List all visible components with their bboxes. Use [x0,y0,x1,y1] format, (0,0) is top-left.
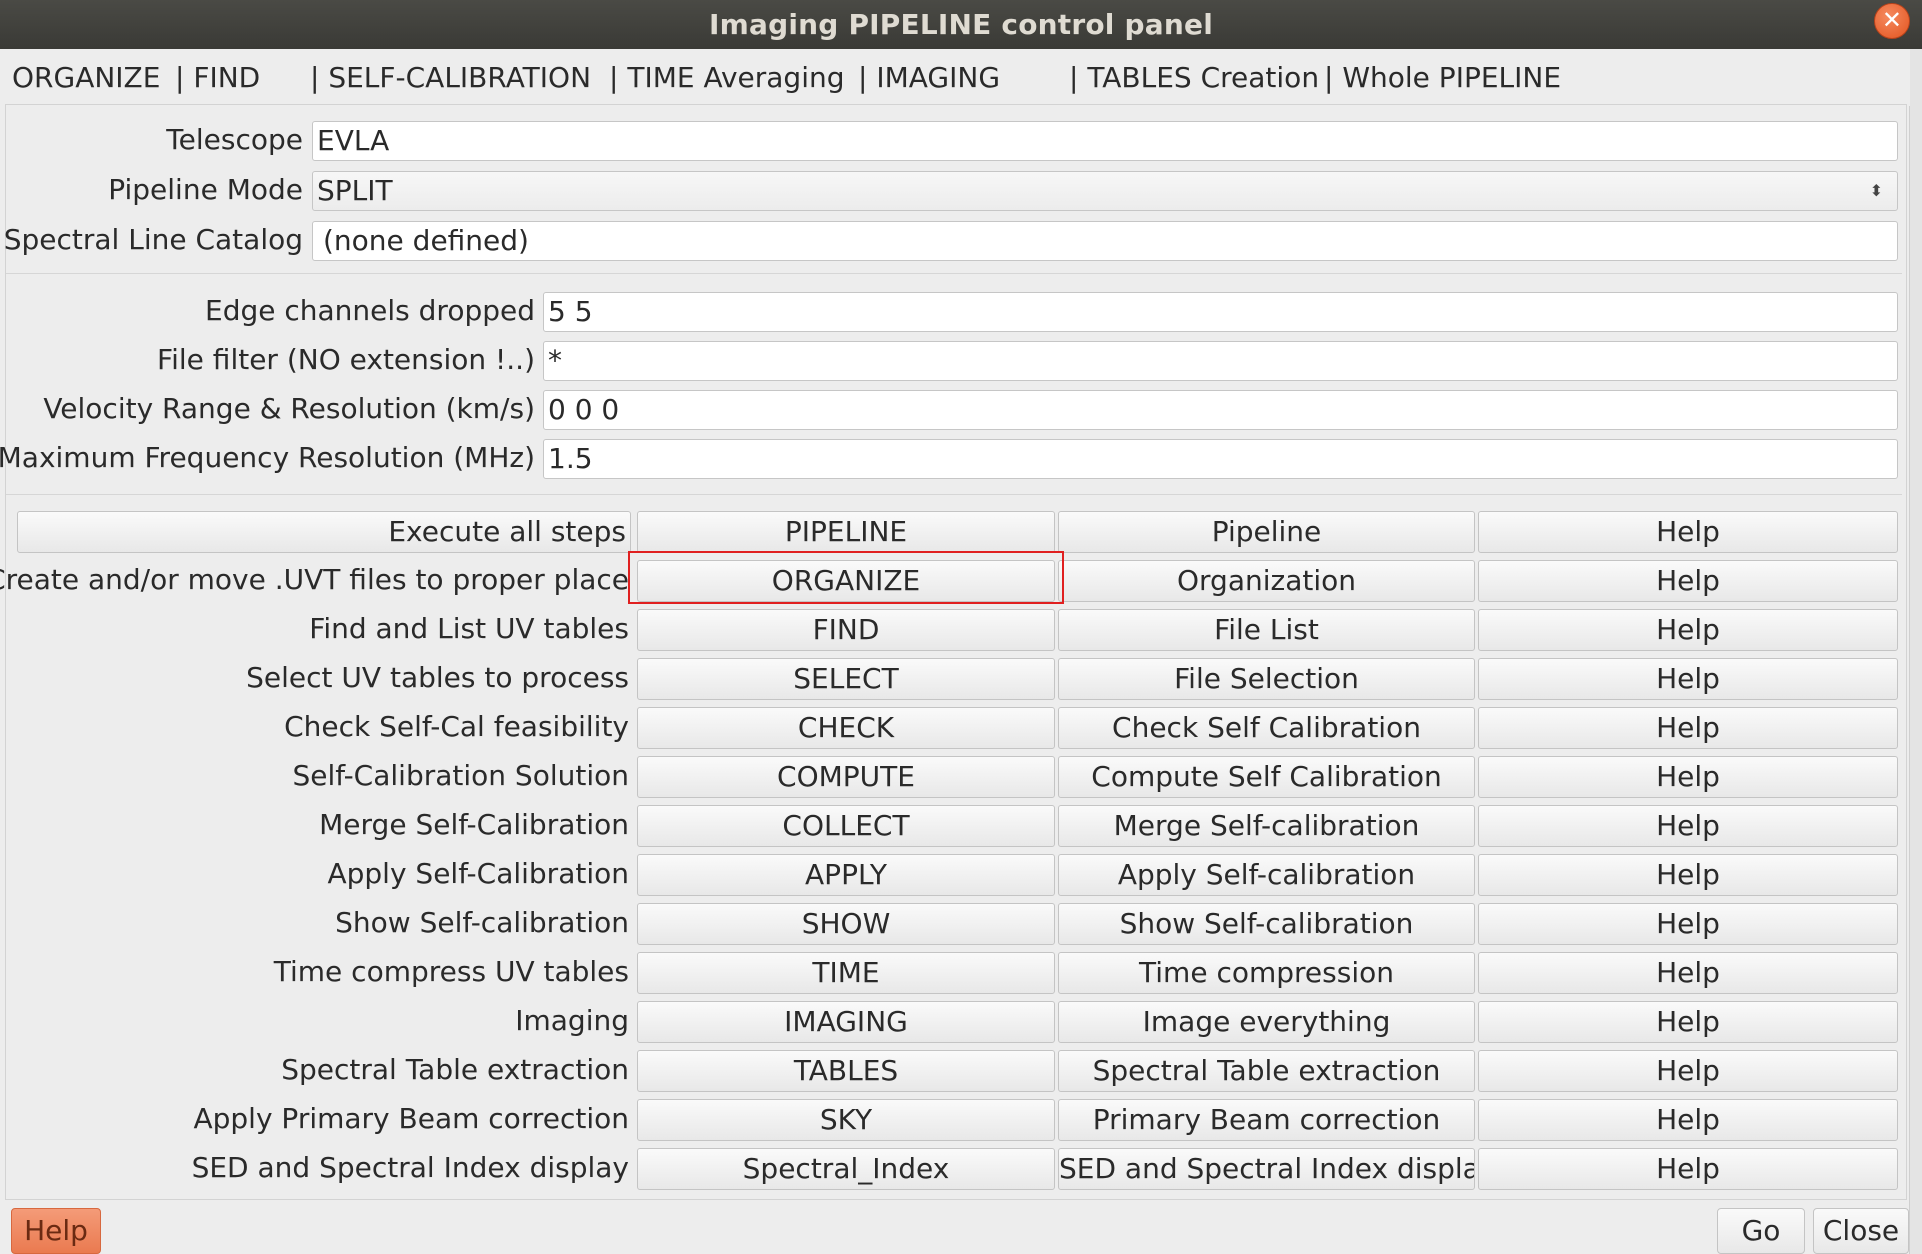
edge-channels-field[interactable]: 5 5 [543,292,1898,332]
window-titlebar[interactable]: Imaging PIPELINE control panel ✕ [0,0,1922,49]
edge-channels-label: Edge channels dropped [205,294,535,327]
step-panel-button[interactable]: Show Self-calibration [1058,903,1475,945]
step-help-button[interactable]: Help [1478,609,1898,651]
step-description: Show Self-calibration [335,906,629,939]
velocity-range-label: Velocity Range & Resolution (km/s) [43,392,535,425]
step-description: Apply Self-Calibration [327,857,629,890]
spectral-line-catalog-label: Spectral Line Catalog [3,223,303,256]
step-description: Self-Calibration Solution [292,759,629,792]
step-description: Spectral Table extraction [281,1053,629,1086]
execute-all-button[interactable]: Execute all steps [17,511,631,553]
close-button[interactable]: Close [1813,1208,1909,1254]
file-filter-value: * [548,344,562,377]
step-description: SED and Spectral Index display [191,1151,629,1184]
window-title: Imaging PIPELINE control panel [708,8,1213,41]
step-help-button[interactable]: Help [1478,511,1898,553]
step-description: Create and/or move .UVT files to proper … [0,563,629,596]
step-panel-button[interactable]: SED and Spectral Index display [1058,1148,1475,1190]
step-action-button[interactable]: APPLY [637,854,1055,896]
file-filter-label: File filter (NO extension !..) [157,343,535,376]
step-action-button[interactable]: COMPUTE [637,756,1055,798]
step-panel-button[interactable]: File List [1058,609,1475,651]
divider [6,494,1902,495]
divider [6,273,1902,274]
menu-bar: ORGANIZE | FIND | SELF-CALIBRATION | TIM… [0,49,1910,106]
step-help-button[interactable]: Help [1478,707,1898,749]
step-help-button[interactable]: Help [1478,1099,1898,1141]
step-action-button[interactable]: TABLES [637,1050,1055,1092]
pipeline-control-window: Imaging PIPELINE control panel ✕ ORGANIZ… [0,0,1922,1254]
step-help-button[interactable]: Help [1478,854,1898,896]
telescope-field[interactable]: EVLA [312,121,1898,161]
edge-channels-value: 5 5 [548,295,593,328]
step-action-button[interactable]: CHECK [637,707,1055,749]
step-help-button[interactable]: Help [1478,756,1898,798]
pipeline-mode-select[interactable]: SPLIT ⬍ [312,171,1898,211]
step-description: Check Self-Cal feasibility [284,710,629,743]
step-description: Merge Self-Calibration [319,808,629,841]
step-description: Time compress UV tables [273,955,629,988]
step-action-button[interactable]: COLLECT [637,805,1055,847]
step-panel-button[interactable]: Time compression [1058,952,1475,994]
step-action-button[interactable]: SKY [637,1099,1055,1141]
menu-imaging[interactable]: | IMAGING [858,61,1000,94]
step-help-button[interactable]: Help [1478,903,1898,945]
max-freq-res-field[interactable]: 1.5 [543,439,1898,479]
menu-find[interactable]: | FIND [175,61,260,94]
file-filter-field[interactable]: * [543,341,1898,381]
step-action-button[interactable]: PIPELINE [637,511,1055,553]
step-action-button[interactable]: SHOW [637,903,1055,945]
step-description: Apply Primary Beam correction [193,1102,629,1135]
step-action-button[interactable]: FIND [637,609,1055,651]
step-description: Imaging [515,1004,629,1037]
step-panel-button[interactable]: Apply Self-calibration [1058,854,1475,896]
menu-organize[interactable]: ORGANIZE [12,61,160,94]
chevron-updown-icon: ⬍ [1869,181,1883,200]
max-freq-res-value: 1.5 [548,442,593,475]
step-help-button[interactable]: Help [1478,805,1898,847]
menu-time-averaging[interactable]: | TIME Averaging [609,61,845,94]
step-action-button[interactable]: Spectral_Index [637,1148,1055,1190]
go-button[interactable]: Go [1717,1208,1805,1254]
step-panel-button[interactable]: Image everything [1058,1001,1475,1043]
telescope-value: EVLA [317,124,390,157]
menu-self-calibration[interactable]: | SELF-CALIBRATION [310,61,591,94]
step-help-button[interactable]: Help [1478,952,1898,994]
step-panel-button[interactable]: Compute Self Calibration [1058,756,1475,798]
step-panel-button[interactable]: Pipeline [1058,511,1475,553]
spectral-line-catalog-value: (none defined) [323,224,529,257]
step-panel-button[interactable]: File Selection [1058,658,1475,700]
step-help-button[interactable]: Help [1478,658,1898,700]
step-help-button[interactable]: Help [1478,560,1898,602]
step-panel-button[interactable]: Check Self Calibration [1058,707,1475,749]
step-description: Find and List UV tables [309,612,629,645]
window-edge [1909,49,1922,1254]
step-help-button[interactable]: Help [1478,1148,1898,1190]
telescope-label: Telescope [166,123,303,156]
spectral-line-catalog-field[interactable]: (none defined) [312,221,1898,261]
velocity-range-value: 0 0 0 [548,393,620,426]
step-panel-button[interactable]: Organization [1058,560,1475,602]
step-help-button[interactable]: Help [1478,1050,1898,1092]
step-help-button[interactable]: Help [1478,1001,1898,1043]
help-button[interactable]: Help [11,1208,101,1254]
step-action-button[interactable]: TIME [637,952,1055,994]
pipeline-mode-label: Pipeline Mode [108,173,303,206]
step-description: Select UV tables to process [246,661,629,694]
step-panel-button[interactable]: Merge Self-calibration [1058,805,1475,847]
step-action-button[interactable]: SELECT [637,658,1055,700]
step-action-button[interactable]: IMAGING [637,1001,1055,1043]
step-panel-button[interactable]: Primary Beam correction [1058,1099,1475,1141]
step-panel-button[interactable]: Spectral Table extraction [1058,1050,1475,1092]
menu-whole-pipeline[interactable]: | Whole PIPELINE [1324,61,1561,94]
velocity-range-field[interactable]: 0 0 0 [543,390,1898,430]
pipeline-mode-value: SPLIT [317,174,393,207]
close-icon[interactable]: ✕ [1874,3,1910,39]
step-action-button[interactable]: ORGANIZE [637,560,1055,602]
menu-tables-creation[interactable]: | TABLES Creation [1069,61,1319,94]
max-freq-res-label: Maximum Frequency Resolution (MHz) [0,441,535,474]
